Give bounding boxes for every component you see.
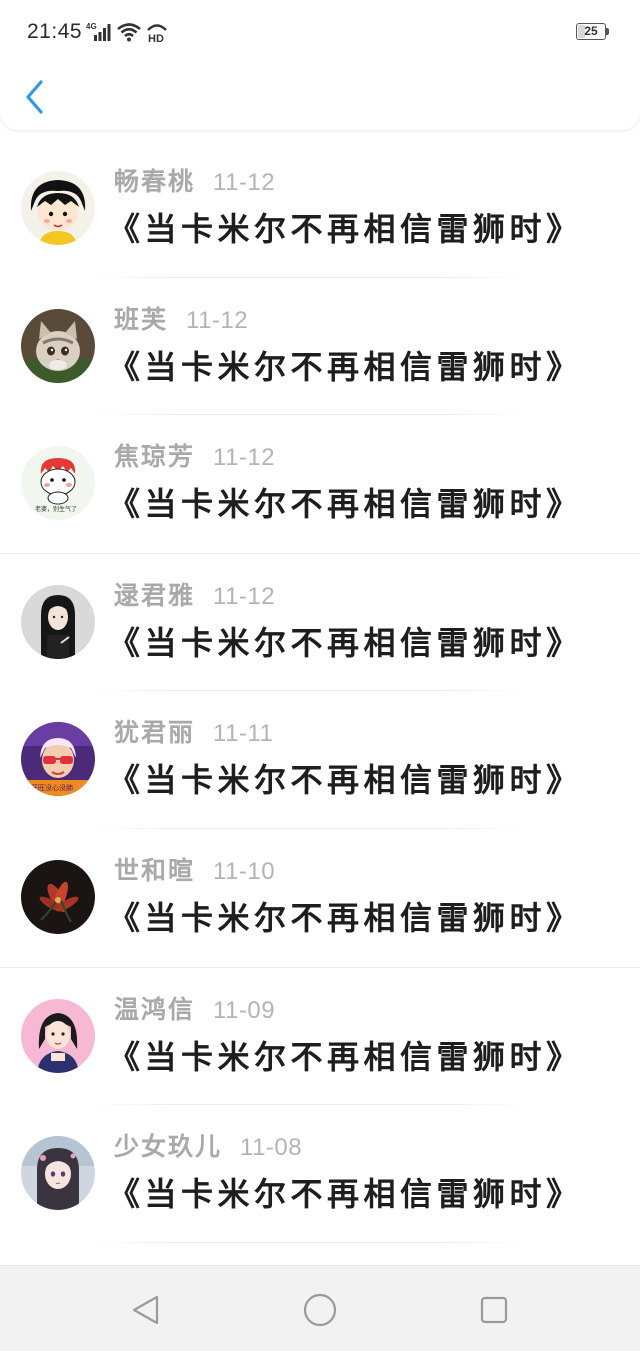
comment-date: 11-12 [213, 582, 276, 610]
status-bar: 21:45 4G HD 25 [0, 0, 640, 66]
dark-hair-girl-avatar[interactable] [21, 584, 95, 659]
battery-tip [606, 28, 609, 35]
wifi-icon [117, 23, 141, 42]
comment-title[interactable]: 《当卡米尔不再相信雷狮时》 [108, 479, 583, 525]
list-item[interactable]: 班芙 11-12 《当卡米尔不再相信雷狮时》 [0, 278, 640, 416]
list-item[interactable]: 世和暄 11-10 《当卡米尔不再相信雷狮时》 [0, 829, 640, 967]
battery-level: 25 [584, 24, 598, 38]
comment-meta: 畅春桃 11-12 [114, 162, 275, 196]
list-item[interactable]: 逯君雅 11-12 《当卡米尔不再相信雷狮时》 [0, 552, 640, 692]
sunglasses-avatar[interactable]: 旺旺没心没肺 [21, 722, 95, 797]
comment-date: 11-10 [213, 857, 276, 885]
system-recents-button[interactable] [472, 1288, 516, 1332]
list-item[interactable]: 畅春桃 11-12 《当卡米尔不再相信雷狮时》 [0, 140, 640, 278]
svg-text:老婆，别生气了: 老婆，别生气了 [35, 505, 77, 513]
user-name[interactable]: 畅春桃 [114, 162, 195, 198]
comment-date: 11-11 [213, 720, 274, 748]
svg-text:4G: 4G [86, 22, 97, 31]
red-hair-cartoon-avatar[interactable]: 老婆，别生气了 [21, 446, 95, 521]
battery-icon: 25 [576, 23, 606, 40]
comment-meta: 逯君雅 11-12 [114, 576, 275, 610]
comment-meta: 温鸿信 11-09 [114, 990, 275, 1024]
user-name[interactable]: 温鸿信 [114, 990, 195, 1026]
comment-date: 11-12 [213, 444, 276, 472]
comment-meta: 少女玖儿 11-08 [114, 1127, 302, 1161]
svg-text:旺旺没心没肺: 旺旺没心没肺 [31, 783, 73, 792]
user-name[interactable]: 班芙 [114, 300, 168, 336]
list-item[interactable]: 温鸿信 11-09 《当卡米尔不再相信雷狮时》 [0, 966, 640, 1106]
triangle-back-icon [132, 1295, 159, 1325]
system-back-button[interactable] [124, 1288, 168, 1332]
comment-date: 11-12 [186, 306, 249, 334]
comment-meta: 班芙 11-12 [114, 300, 248, 334]
comment-meta: 世和暄 11-10 [114, 851, 275, 885]
chevron-left-icon [26, 80, 43, 114]
user-name[interactable]: 焦琼芳 [114, 437, 195, 473]
system-home-button[interactable] [298, 1288, 342, 1332]
hd-icon: HD [147, 24, 167, 44]
divider [90, 1241, 530, 1243]
user-name[interactable]: 少女玖儿 [114, 1127, 222, 1163]
comment-title[interactable]: 《当卡米尔不再相信雷狮时》 [108, 755, 583, 801]
pink-illustration-avatar[interactable] [21, 998, 95, 1073]
list-item[interactable]: 老婆，别生气了 焦琼芳 11-12 《当卡米尔不再相信雷狮时》 [0, 415, 640, 553]
comment-title[interactable]: 《当卡米尔不再相信雷狮时》 [108, 1169, 583, 1215]
comment-list: 畅春桃 11-12 《当卡米尔不再相信雷狮时》 班芙 11-12 《当卡米尔不再… [0, 140, 640, 1243]
back-button[interactable] [16, 72, 56, 120]
circle-home-icon [303, 1293, 337, 1327]
signal-icon: 4G [86, 22, 111, 41]
kitten-avatar[interactable] [21, 308, 95, 383]
flower-avatar[interactable] [21, 859, 95, 934]
list-item[interactable]: 少女玖儿 11-08 《当卡米尔不再相信雷狮时》 [0, 1105, 640, 1243]
square-recents-icon [480, 1296, 508, 1324]
anime-girl-avatar[interactable] [21, 1136, 95, 1211]
user-name[interactable]: 世和暄 [114, 851, 195, 887]
comment-title[interactable]: 《当卡米尔不再相信雷狮时》 [108, 618, 583, 664]
comment-title[interactable]: 《当卡米尔不再相信雷狮时》 [108, 893, 583, 939]
comment-title[interactable]: 《当卡米尔不再相信雷狮时》 [108, 204, 583, 250]
list-item[interactable]: 旺旺没心没肺 犹君丽 11-11 《当卡米尔不再相信雷狮时》 [0, 691, 640, 829]
cartoon-girl-avatar[interactable] [21, 171, 95, 245]
user-name[interactable]: 逯君雅 [114, 576, 195, 612]
status-time: 21:45 [27, 20, 83, 43]
comment-date: 11-12 [213, 169, 276, 196]
comment-meta: 焦琼芳 11-12 [114, 437, 275, 471]
comment-date: 11-08 [240, 1134, 303, 1162]
user-name[interactable]: 犹君丽 [114, 713, 195, 749]
status-icons: 4G HD [86, 20, 170, 44]
comment-date: 11-09 [213, 996, 276, 1024]
comment-title[interactable]: 《当卡米尔不再相信雷狮时》 [108, 1032, 583, 1078]
header: 21:45 4G HD 25 [0, 0, 640, 130]
comment-meta: 犹君丽 11-11 [114, 713, 273, 747]
screen: 21:45 4G HD 25 畅春桃 11-12 《当卡米尔不再相信雷狮时》 班… [0, 0, 640, 1351]
system-navigation-bar [0, 1265, 640, 1351]
comment-title[interactable]: 《当卡米尔不再相信雷狮时》 [108, 342, 583, 388]
svg-text:HD: HD [148, 33, 164, 44]
